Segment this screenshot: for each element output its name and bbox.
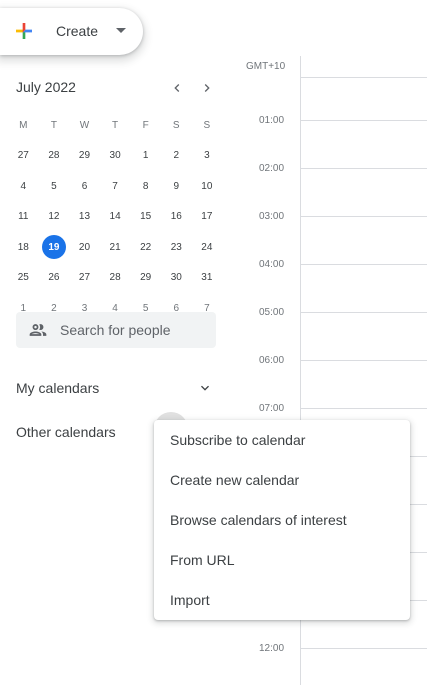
day-cell[interactable]: 4 — [8, 174, 39, 198]
week-row: 11 12 13 14 15 16 17 — [8, 202, 222, 233]
day-cell[interactable]: 26 — [39, 266, 70, 290]
other-calendars-menu: Subscribe to calendar Create new calenda… — [154, 420, 410, 620]
chevron-right-icon — [204, 84, 210, 92]
today-day-label: 19 — [41, 235, 66, 260]
other-calendars-header[interactable]: Other calendars — [16, 424, 116, 440]
day-cell[interactable]: 5 — [39, 174, 70, 198]
mini-calendar-month: July 2022 — [16, 79, 76, 95]
day-cell[interactable]: 31 — [192, 266, 223, 290]
week-row: 25 26 27 28 29 30 31 — [8, 263, 222, 294]
day-cell[interactable]: 27 — [69, 266, 100, 290]
day-cell[interactable]: 30 — [161, 266, 192, 290]
plus-icon — [16, 23, 32, 39]
hour-label: 06:00 — [259, 355, 285, 366]
hour-label: 03:00 — [259, 211, 285, 222]
weekday-label: W — [79, 119, 90, 131]
day-cell[interactable]: 9 — [161, 174, 192, 198]
hour-line — [300, 360, 427, 361]
weekday-label: M — [19, 119, 28, 131]
hour-line — [300, 648, 427, 649]
week-row: 18 19 20 21 22 23 24 — [8, 232, 222, 263]
people-search-input[interactable]: Search for people — [16, 312, 216, 348]
create-label: Create — [56, 23, 99, 39]
day-cell[interactable]: 28 — [39, 144, 70, 168]
weekday-label: S — [172, 119, 180, 131]
hour-line — [300, 168, 427, 169]
day-cell[interactable]: 8 — [130, 174, 161, 198]
day-cell[interactable]: 2 — [161, 144, 192, 168]
day-cell[interactable]: 6 — [69, 174, 100, 198]
caret-down-icon — [116, 28, 126, 33]
hour-label: 12:00 — [259, 643, 285, 654]
menu-item-create-new-calendar[interactable]: Create new calendar — [154, 460, 410, 500]
hour-label: 01:00 — [259, 115, 285, 126]
weekday-label: F — [142, 119, 149, 131]
hour-label: 05:00 — [259, 307, 285, 318]
week-row: 27 28 29 30 1 2 3 — [8, 141, 222, 172]
day-cell[interactable]: 30 — [100, 144, 131, 168]
day-cell[interactable]: 15 — [130, 205, 161, 229]
mini-calendar-grid: M T W T F S S 27 28 29 30 1 2 3 4 5 6 7 … — [8, 110, 222, 324]
menu-item-import[interactable]: Import — [154, 580, 410, 620]
hour-label: 04:00 — [259, 259, 285, 270]
weekday-label: T — [50, 119, 57, 131]
hour-label: 02:00 — [259, 163, 285, 174]
hour-line — [300, 312, 427, 313]
day-cell[interactable]: 18 — [8, 235, 39, 259]
day-cell[interactable]: 29 — [69, 144, 100, 168]
hour-line — [300, 264, 427, 265]
day-cell[interactable]: 28 — [100, 266, 131, 290]
hour-line — [300, 408, 427, 409]
hour-label: 07:00 — [259, 403, 285, 414]
people-search-placeholder: Search for people — [60, 322, 171, 338]
timezone-label: GMT+10 — [246, 61, 286, 72]
day-cell[interactable]: 3 — [192, 144, 223, 168]
people-icon — [29, 324, 47, 336]
day-cell[interactable]: 27 — [8, 144, 39, 168]
day-cell[interactable]: 7 — [100, 174, 131, 198]
my-calendars-header[interactable]: My calendars — [16, 380, 99, 396]
day-cell[interactable]: 1 — [130, 144, 161, 168]
day-cell[interactable]: 22 — [130, 235, 161, 259]
menu-item-from-url[interactable]: From URL — [154, 540, 410, 580]
day-cell[interactable]: 29 — [130, 266, 161, 290]
today-day-cell[interactable]: 19 — [39, 235, 70, 260]
previous-month-button[interactable] — [165, 76, 189, 100]
day-cell[interactable]: 25 — [8, 266, 39, 290]
chevron-left-icon — [174, 84, 180, 92]
day-cell[interactable]: 13 — [69, 205, 100, 229]
day-cell[interactable]: 11 — [8, 205, 39, 229]
weekday-label: S — [203, 119, 211, 131]
day-cell[interactable]: 20 — [69, 235, 100, 259]
day-cell[interactable]: 16 — [161, 205, 192, 229]
day-cell[interactable]: 10 — [192, 174, 223, 198]
hour-line — [300, 120, 427, 121]
week-row: 4 5 6 7 8 9 10 — [8, 171, 222, 202]
day-cell[interactable]: 17 — [192, 205, 223, 229]
menu-item-browse-calendars[interactable]: Browse calendars of interest — [154, 500, 410, 540]
day-cell[interactable]: 12 — [39, 205, 70, 229]
hour-line — [300, 216, 427, 217]
day-cell[interactable]: 14 — [100, 205, 131, 229]
day-cell[interactable]: 23 — [161, 235, 192, 259]
weekday-header-row: M T W T F S S — [8, 110, 222, 141]
chevron-down-icon[interactable] — [197, 380, 213, 396]
day-cell[interactable]: 21 — [100, 235, 131, 259]
all-day-divider — [300, 77, 427, 78]
next-month-button[interactable] — [195, 76, 219, 100]
menu-item-subscribe[interactable]: Subscribe to calendar — [154, 420, 410, 460]
day-cell[interactable]: 24 — [192, 235, 223, 259]
weekday-label: T — [112, 119, 119, 131]
create-button[interactable]: Create — [0, 8, 143, 55]
